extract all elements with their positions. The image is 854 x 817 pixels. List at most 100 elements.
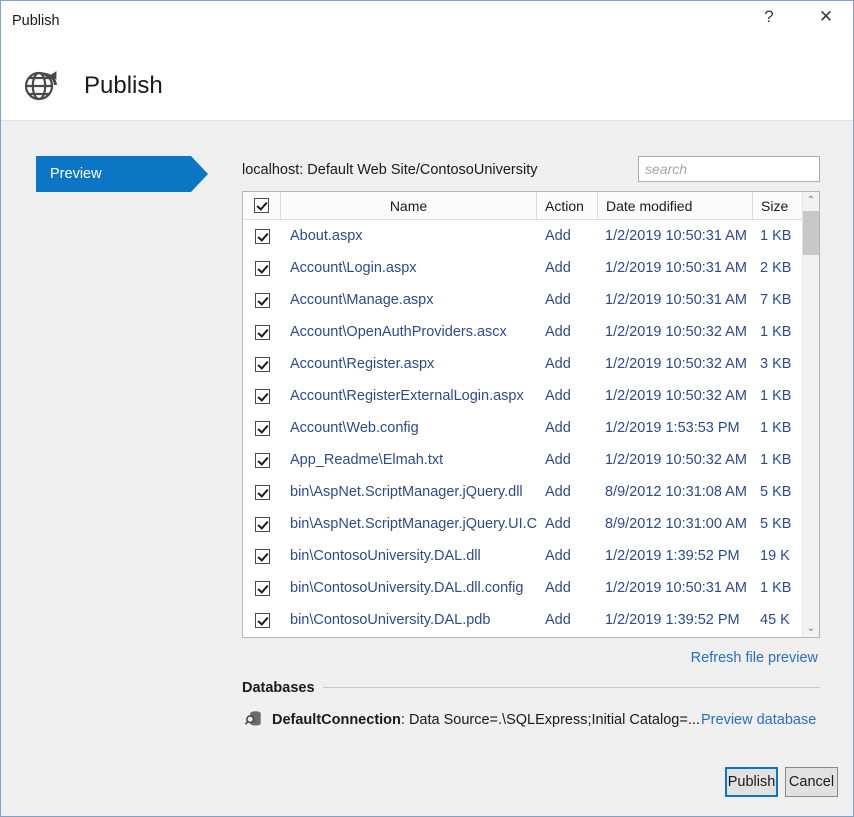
row-checkbox-cell[interactable]: [243, 540, 281, 572]
row-file-name: App_Readme\Elmah.txt: [290, 444, 540, 476]
window-title: Publish: [12, 12, 60, 30]
table-row[interactable]: Account\Manage.aspxAdd1/2/2019 10:50:31 …: [243, 284, 819, 316]
row-file-name: bin\AspNet.ScriptManager.jQuery.dll: [290, 476, 540, 508]
row-size: 1 KB: [760, 220, 805, 252]
table-row[interactable]: Account\RegisterExternalLogin.aspxAdd1/2…: [243, 380, 819, 412]
table-row[interactable]: Account\Register.aspxAdd1/2/2019 10:50:3…: [243, 348, 819, 380]
row-checkbox[interactable]: [255, 485, 270, 500]
row-checkbox-cell[interactable]: [243, 412, 281, 444]
row-file-name: Account\Login.aspx: [290, 252, 540, 284]
table-row[interactable]: bin\AspNet.ScriptManager.jQuery.UI.CAdd8…: [243, 508, 819, 540]
row-action: Add: [545, 508, 600, 540]
row-action: Add: [545, 348, 600, 380]
refresh-file-preview-link[interactable]: Refresh file preview: [691, 649, 818, 667]
select-all-checkbox[interactable]: [254, 198, 269, 213]
table-row[interactable]: App_Readme\Elmah.txtAdd1/2/2019 10:50:32…: [243, 444, 819, 476]
row-checkbox[interactable]: [255, 325, 270, 340]
row-checkbox[interactable]: [255, 389, 270, 404]
site-path-label: localhost: Default Web Site/ContosoUnive…: [242, 161, 538, 179]
row-date-modified: 1/2/2019 10:50:31 AM: [605, 220, 755, 252]
table-row[interactable]: Account\Web.configAdd1/2/2019 1:53:53 PM…: [243, 412, 819, 444]
row-checkbox-cell[interactable]: [243, 220, 281, 252]
row-size: 1 KB: [760, 572, 805, 604]
row-date-modified: 1/2/2019 10:50:32 AM: [605, 380, 755, 412]
scroll-up-icon[interactable]: ⌃: [803, 192, 819, 209]
row-file-name: Account\Register.aspx: [290, 348, 540, 380]
tab-preview[interactable]: Preview: [36, 156, 191, 192]
row-checkbox-cell[interactable]: [243, 316, 281, 348]
table-row[interactable]: Account\Login.aspxAdd1/2/2019 10:50:31 A…: [243, 252, 819, 284]
table-row[interactable]: bin\ContosoUniversity.DAL.dllAdd1/2/2019…: [243, 540, 819, 572]
row-action: Add: [545, 220, 600, 252]
row-file-name: bin\ContosoUniversity.DAL.dll.config: [290, 572, 540, 604]
row-checkbox-cell[interactable]: [243, 508, 281, 540]
row-checkbox-cell[interactable]: [243, 604, 281, 636]
row-file-name: Account\RegisterExternalLogin.aspx: [290, 380, 540, 412]
table-row[interactable]: bin\AspNet.ScriptManager.jQuery.dllAdd8/…: [243, 476, 819, 508]
table-row[interactable]: About.aspxAdd1/2/2019 10:50:31 AM1 KB: [243, 220, 819, 252]
databases-section-title: Databases: [242, 679, 315, 697]
row-checkbox[interactable]: [255, 293, 270, 308]
cancel-button[interactable]: Cancel: [785, 767, 838, 797]
row-action: Add: [545, 540, 600, 572]
row-checkbox[interactable]: [255, 581, 270, 596]
row-checkbox-cell[interactable]: [243, 284, 281, 316]
dialog-header: Publish: [1, 42, 853, 121]
row-file-name: bin\AspNet.ScriptManager.jQuery.UI.C: [290, 508, 540, 540]
row-checkbox-cell[interactable]: [243, 476, 281, 508]
table-row[interactable]: bin\ContosoUniversity.DAL.pdbAdd1/2/2019…: [243, 604, 819, 636]
grid-vertical-scrollbar[interactable]: ⌃ ⌄: [802, 192, 819, 637]
row-date-modified: 1/2/2019 10:50:31 AM: [605, 572, 755, 604]
row-size: 7 KB: [760, 284, 805, 316]
column-header-select-all[interactable]: [243, 192, 281, 219]
row-action: Add: [545, 380, 600, 412]
search-input[interactable]: [638, 156, 820, 182]
globe-publish-icon: [20, 64, 62, 106]
scroll-down-icon[interactable]: ⌄: [803, 620, 819, 637]
grid-header-row: Name Action Date modified Size: [243, 192, 819, 220]
row-action: Add: [545, 572, 600, 604]
row-checkbox-cell[interactable]: [243, 348, 281, 380]
publish-button[interactable]: Publish: [725, 767, 778, 797]
help-button[interactable]: ?: [746, 1, 792, 32]
row-action: Add: [545, 252, 600, 284]
column-header-date-modified[interactable]: Date modified: [598, 192, 753, 219]
row-checkbox-cell[interactable]: [243, 380, 281, 412]
row-checkbox[interactable]: [255, 229, 270, 244]
row-checkbox-cell[interactable]: [243, 572, 281, 604]
row-size: 19 K: [760, 540, 805, 572]
row-date-modified: 1/2/2019 10:50:31 AM: [605, 252, 755, 284]
table-row[interactable]: bin\ContosoUniversity.DAL.dll.configAdd1…: [243, 572, 819, 604]
row-file-name: Account\OpenAuthProviders.ascx: [290, 316, 540, 348]
row-checkbox-cell[interactable]: [243, 252, 281, 284]
column-header-action[interactable]: Action: [537, 192, 598, 219]
row-checkbox[interactable]: [255, 357, 270, 372]
row-action: Add: [545, 476, 600, 508]
row-checkbox[interactable]: [255, 261, 270, 276]
row-file-name: About.aspx: [290, 220, 540, 252]
row-size: 45 K: [760, 604, 805, 636]
row-checkbox[interactable]: [255, 517, 270, 532]
file-preview-grid: Name Action Date modified Size About.asp…: [242, 191, 820, 638]
row-date-modified: 8/9/2012 10:31:00 AM: [605, 508, 755, 540]
row-date-modified: 8/9/2012 10:31:08 AM: [605, 476, 755, 508]
row-size: 1 KB: [760, 412, 805, 444]
row-checkbox[interactable]: [255, 549, 270, 564]
table-row[interactable]: Account\OpenAuthProviders.ascxAdd1/2/201…: [243, 316, 819, 348]
row-size: 5 KB: [760, 476, 805, 508]
row-checkbox[interactable]: [255, 453, 270, 468]
database-connection-name: DefaultConnection: [272, 712, 401, 728]
row-size: 1 KB: [760, 444, 805, 476]
column-header-name[interactable]: Name: [281, 192, 537, 219]
row-date-modified: 1/2/2019 10:50:32 AM: [605, 316, 755, 348]
row-checkbox[interactable]: [255, 613, 270, 628]
close-button[interactable]: ✕: [803, 1, 849, 32]
database-connection-row: DefaultConnection: Data Source=.\SQLExpr…: [272, 711, 700, 729]
row-checkbox[interactable]: [255, 421, 270, 436]
row-checkbox-cell[interactable]: [243, 444, 281, 476]
scrollbar-thumb[interactable]: [803, 211, 819, 255]
databases-section-divider: [323, 687, 820, 688]
column-header-size[interactable]: Size: [753, 192, 800, 219]
preview-database-link[interactable]: Preview database: [701, 711, 816, 729]
help-icon: ?: [764, 8, 773, 25]
